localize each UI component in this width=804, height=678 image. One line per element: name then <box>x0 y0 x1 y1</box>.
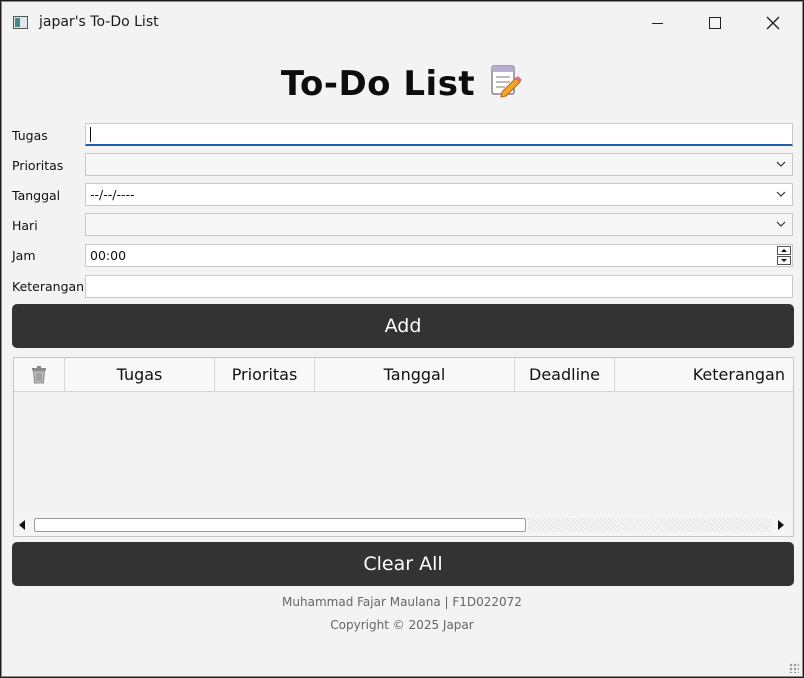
caret-up-icon <box>781 249 787 252</box>
delete-column-header[interactable] <box>14 358 65 391</box>
column-header-tugas[interactable]: Tugas <box>65 358 215 391</box>
column-header-deadline[interactable]: Deadline <box>515 358 615 391</box>
tanggal-date-picker[interactable]: --/--/---- <box>85 183 793 206</box>
step-down-button[interactable] <box>777 256 791 265</box>
time-stepper[interactable] <box>777 246 791 265</box>
tugas-input[interactable] <box>85 123 793 146</box>
chevron-down-icon <box>776 221 786 227</box>
jam-value: 00:00 <box>90 248 127 263</box>
author-credit: Muhammad Fajar Maulana | F1D022072 <box>282 595 522 609</box>
text-cursor <box>90 127 91 142</box>
add-button[interactable]: Add <box>12 304 794 348</box>
page-title: To-Do List <box>2 64 802 107</box>
close-button[interactable] <box>744 2 802 44</box>
hari-select[interactable] <box>85 213 793 236</box>
chevron-down-icon <box>776 161 786 167</box>
chevron-down-icon <box>776 191 786 197</box>
column-header-keterangan[interactable]: Keterangan <box>615 358 793 391</box>
prioritas-select[interactable] <box>85 153 793 176</box>
app-window: japar's To-Do List To-Do List Tugas Prio… <box>1 1 803 677</box>
memo-pencil-icon <box>489 64 523 107</box>
table-header: Tugas Prioritas Tanggal Deadline Keteran… <box>14 358 793 392</box>
hari-label: Hari <box>12 218 38 233</box>
task-table[interactable]: Tugas Prioritas Tanggal Deadline Keteran… <box>13 357 794 537</box>
horizontal-scrollbar[interactable] <box>14 516 793 536</box>
resize-grip-icon[interactable] <box>789 663 799 673</box>
tugas-label: Tugas <box>12 128 48 143</box>
scroll-left-icon[interactable] <box>19 520 25 530</box>
window-title: japar's To-Do List <box>39 14 159 30</box>
jam-label: Jam <box>12 248 36 263</box>
tanggal-value: --/--/---- <box>90 187 135 202</box>
trash-icon <box>32 365 46 383</box>
prioritas-label: Prioritas <box>12 158 64 173</box>
clear-all-button[interactable]: Clear All <box>12 542 794 586</box>
tanggal-label: Tanggal <box>12 188 61 203</box>
copyright-text: Copyright © 2025 Japar <box>330 618 474 632</box>
caret-down-icon <box>781 259 787 262</box>
app-window-icon <box>13 16 28 29</box>
minimize-button[interactable] <box>628 2 686 44</box>
page-title-text: To-Do List <box>280 64 476 104</box>
column-header-prioritas[interactable]: Prioritas <box>215 358 315 391</box>
title-bar[interactable]: japar's To-Do List <box>2 2 802 44</box>
keterangan-label: Keterangan <box>12 279 85 294</box>
keterangan-input[interactable] <box>85 275 793 298</box>
scrollbar-thumb[interactable] <box>34 518 526 532</box>
maximize-button[interactable] <box>686 2 744 44</box>
minimize-icon <box>651 22 663 24</box>
column-header-tanggal[interactable]: Tanggal <box>315 358 515 391</box>
jam-time-spinbox[interactable]: 00:00 <box>85 244 793 267</box>
scrollbar-track[interactable] <box>528 518 772 532</box>
maximize-icon <box>709 17 721 29</box>
step-up-button[interactable] <box>777 246 791 255</box>
close-icon <box>766 16 780 30</box>
scroll-right-icon[interactable] <box>778 520 784 530</box>
